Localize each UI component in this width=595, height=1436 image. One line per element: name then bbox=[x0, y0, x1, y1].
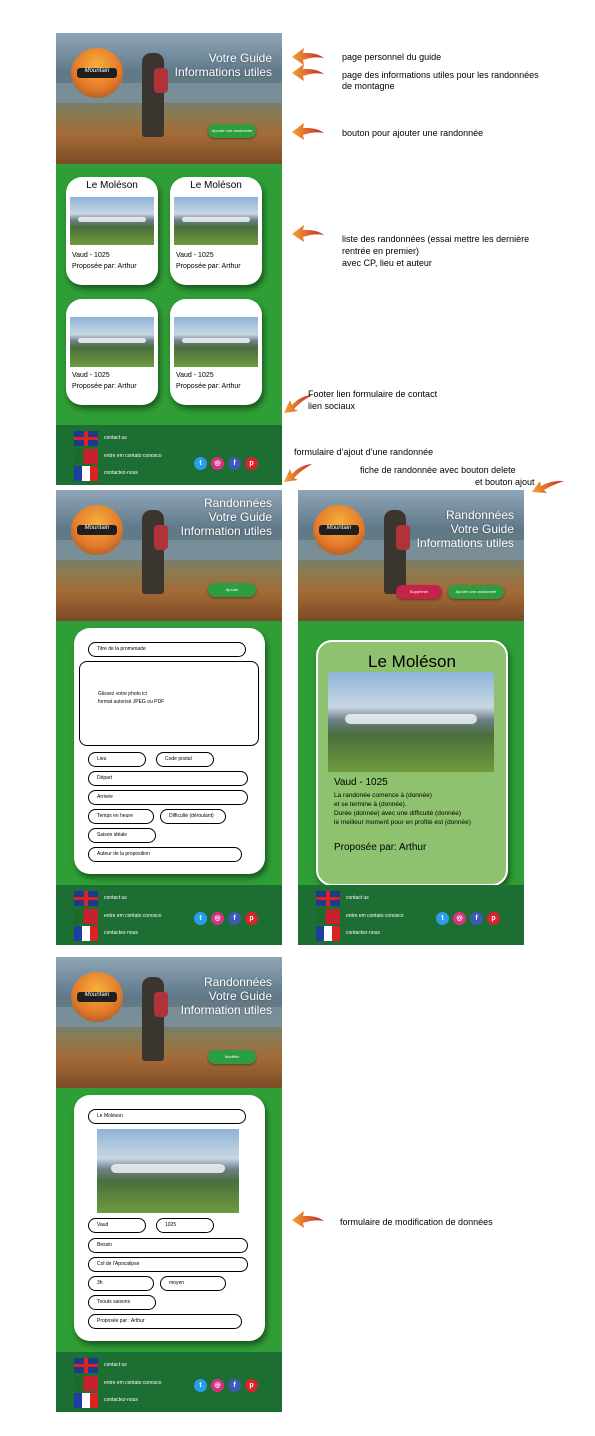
annotation-footer-2: lien sociaux bbox=[308, 401, 356, 411]
annotation-info-page-1: page des informations utiles pour les ra… bbox=[342, 70, 539, 80]
annotation-list-2: rentrée en premier) bbox=[342, 246, 420, 256]
annotation-guide-page: page personnel du guide bbox=[342, 52, 442, 62]
annotation-detail-2: et bouton ajout bbox=[475, 477, 535, 487]
annotation-detail-1: fiche de randonnée avec bouton delete bbox=[360, 465, 516, 475]
arrow-icon bbox=[292, 48, 324, 65]
arrow-icon bbox=[292, 1211, 324, 1228]
arrow-icon bbox=[292, 225, 324, 242]
annotation-add-button: bouton pour ajouter une randonnée bbox=[342, 128, 484, 138]
annotation-arrows bbox=[284, 48, 564, 1228]
arrow-icon bbox=[292, 123, 324, 140]
annotation-list-3: avec CP, lieu et auteur bbox=[342, 258, 432, 268]
annotation-list-1: liste des randonnées (essai mettre les d… bbox=[342, 234, 530, 244]
arrow-icon bbox=[532, 480, 564, 493]
arrow-icon bbox=[292, 64, 324, 81]
arrow-icon bbox=[284, 464, 312, 482]
annotation-info-page-2: de montagne bbox=[342, 81, 395, 91]
annotation-footer-1: Footer lien formulaire de contact bbox=[308, 389, 438, 399]
annotation-add-form: formulaire d’ajout d’une randonnée bbox=[294, 447, 434, 457]
annotation-edit-form: formulaire de modification de données bbox=[340, 1217, 493, 1227]
